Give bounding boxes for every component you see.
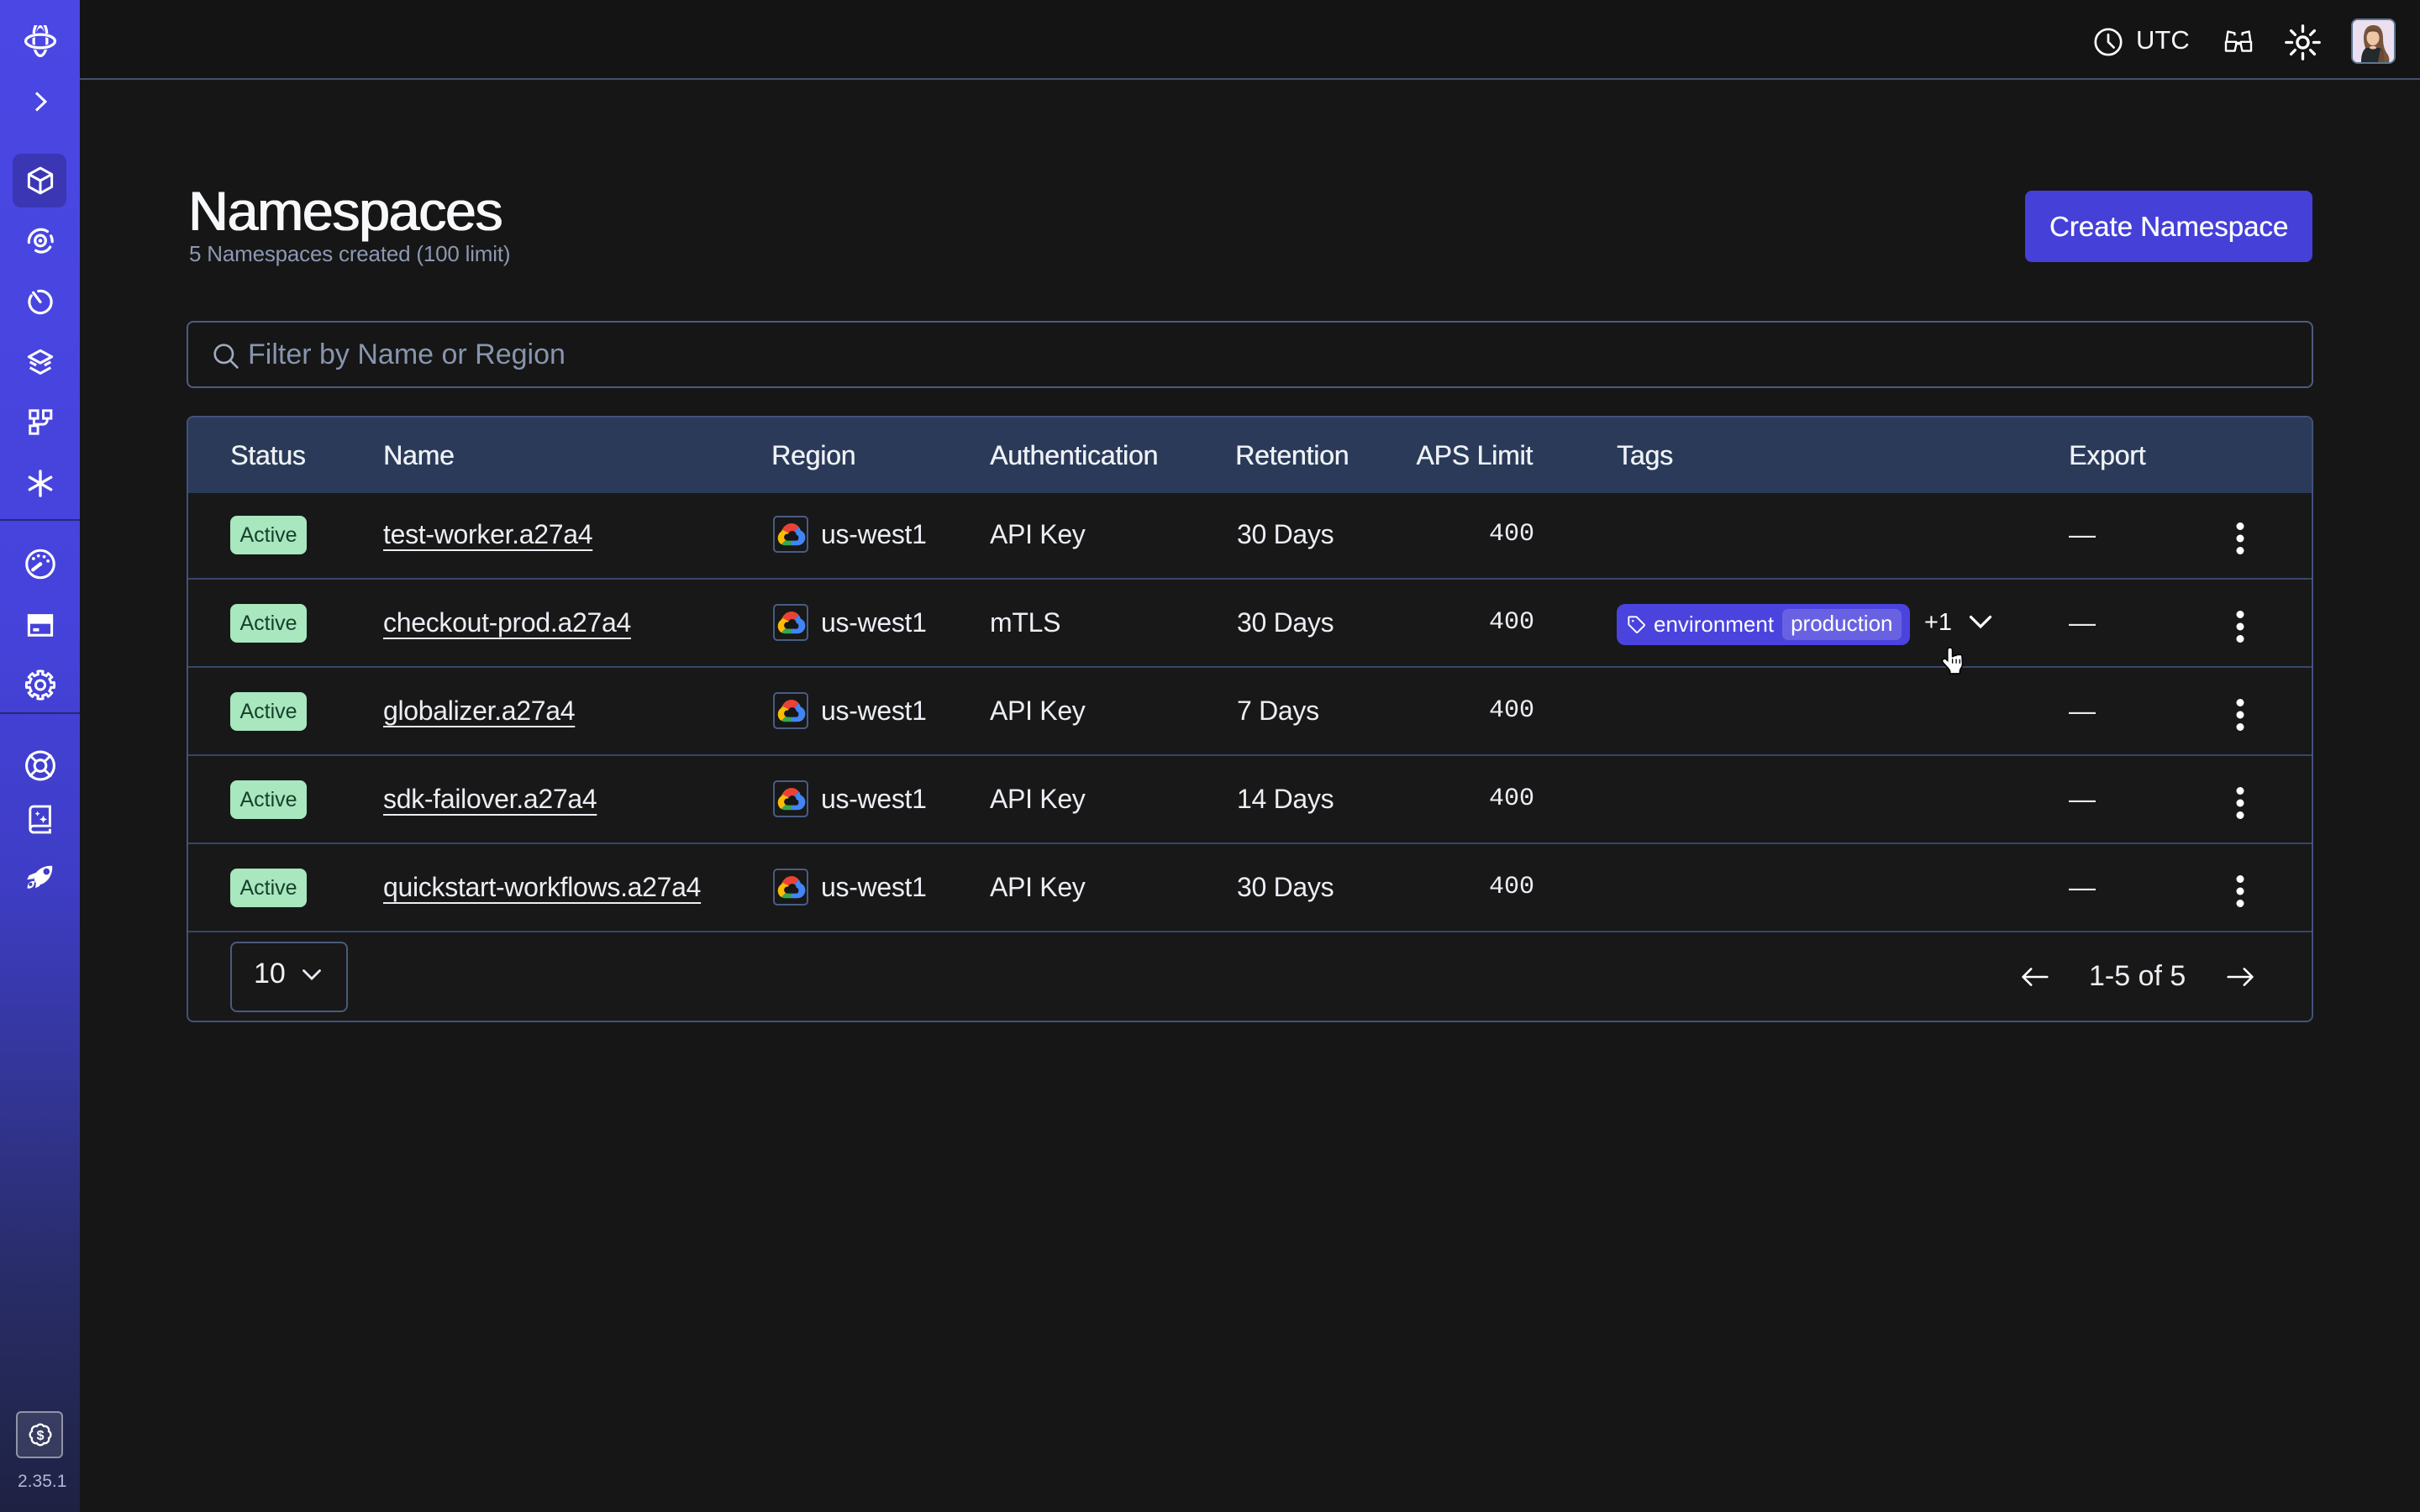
svg-text:$: $ (36, 1429, 44, 1443)
